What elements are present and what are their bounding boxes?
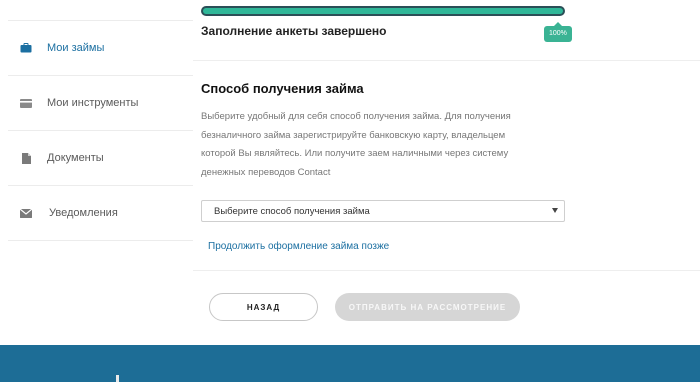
sidebar: Мои займы Мои инструменты Документы Увед… (0, 0, 193, 345)
sidebar-item-label: Мои займы (47, 42, 105, 54)
sidebar-item-label: Уведомления (49, 207, 118, 219)
chevron-down-icon (552, 208, 558, 213)
sidebar-item-label: Мои инструменты (47, 97, 139, 109)
progress-bar (201, 6, 565, 16)
main-content: 100% Заполнение анкеты завершено Способ … (193, 0, 700, 345)
sidebar-item-my-loans[interactable]: Мои займы (8, 20, 193, 75)
progress-fill (203, 8, 563, 14)
card-icon (19, 96, 33, 110)
sidebar-item-label: Документы (47, 152, 104, 164)
continue-later-link[interactable]: Продолжить оформление займа позже (208, 241, 389, 252)
back-button[interactable]: Назад (209, 293, 318, 321)
section-title: Способ получения займа (201, 81, 364, 96)
progress-percent-badge: 100% (544, 22, 572, 42)
progress-status-label: Заполнение анкеты завершено (201, 24, 387, 38)
briefcase-icon (19, 41, 33, 55)
footer-mark (116, 375, 119, 382)
footer (0, 345, 700, 382)
document-icon (19, 151, 33, 165)
submit-button[interactable]: Отправить на рассмотрение (335, 293, 520, 321)
select-value: Выберите способ получения займа (214, 205, 370, 217)
sidebar-item-notifications[interactable]: Уведомления (8, 185, 193, 240)
sidebar-item-my-tools[interactable]: Мои инструменты (8, 75, 193, 130)
envelope-icon (19, 206, 33, 220)
section-description: Выберите удобный для себя способ получен… (201, 111, 511, 178)
divider (193, 270, 700, 271)
divider (193, 60, 700, 61)
sidebar-item-documents[interactable]: Документы (8, 130, 193, 185)
loan-method-select[interactable]: Выберите способ получения займа (201, 200, 565, 222)
sidebar-divider (8, 240, 193, 241)
page: Мои займы Мои инструменты Документы Увед… (0, 0, 700, 345)
